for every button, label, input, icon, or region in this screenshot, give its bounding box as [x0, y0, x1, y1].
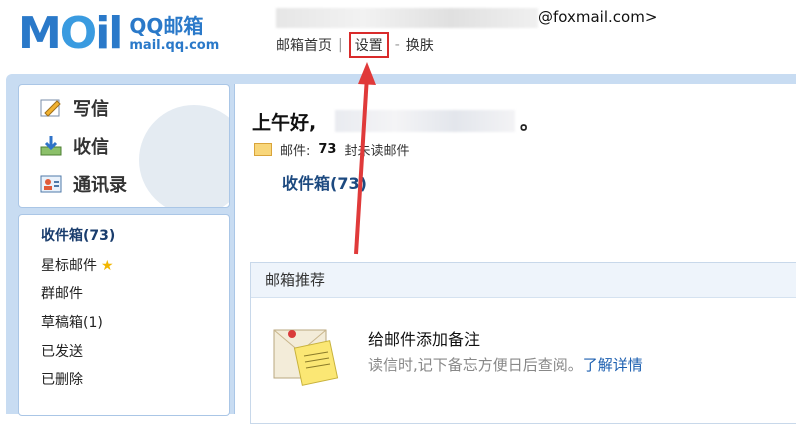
folder-starred-label: 星标邮件 [41, 258, 97, 274]
link-dash: - [394, 37, 400, 53]
mail-icon [254, 143, 272, 156]
envelope-note-icon [273, 329, 339, 386]
write-label: 写信 [73, 99, 109, 120]
recommend-description: 读信时,记下备忘方便日后查阅。了解详情 [368, 354, 643, 375]
user-name-redacted [335, 110, 515, 132]
contacts-label: 通讯录 [73, 175, 127, 196]
folder-inbox[interactable]: 收件箱(73) [41, 225, 115, 245]
quick-actions-panel: 写信 收信 通讯录 [18, 84, 230, 208]
folder-starred[interactable]: 星标邮件 ★ [41, 255, 114, 275]
receive-label: 收信 [73, 137, 109, 158]
write-button[interactable]: 写信 [39, 95, 109, 121]
greeting: 上午好, [252, 112, 317, 134]
receive-icon [40, 136, 62, 156]
logo-wordmark: MOil [18, 8, 123, 59]
unread-summary: 邮件: 73 封未读邮件 [254, 140, 410, 159]
settings-link[interactable]: 设置 [348, 32, 389, 58]
top-header: MOil QQ邮箱 mail.qq.com @foxmail.com> 邮箱首页… [0, 0, 796, 72]
star-icon: ★ [101, 258, 114, 274]
logo-text: QQ邮箱 mail.qq.com [129, 14, 219, 54]
folder-sent[interactable]: 已发送 [41, 341, 83, 361]
contacts-icon [40, 175, 62, 193]
receive-button[interactable]: 收信 [39, 133, 109, 159]
contacts-button[interactable]: 通讯录 [39, 171, 127, 197]
recommend-header: 邮箱推荐 [251, 263, 796, 298]
qq-penguin-watermark [139, 105, 229, 207]
logo-cn: QQ邮箱 [129, 14, 204, 38]
unread-count: 73 [318, 142, 337, 157]
link-separator: | [338, 37, 343, 53]
write-icon [40, 99, 61, 117]
home-link[interactable]: 邮箱首页 [276, 35, 332, 55]
folder-deleted[interactable]: 已删除 [41, 369, 83, 389]
recommend-title: 给邮件添加备注 [368, 330, 481, 349]
account-email-suffix: @foxmail.com> [538, 8, 658, 26]
unread-suffix[interactable]: 封未读邮件 [344, 140, 409, 159]
recommend-desc-text: 读信时,记下备忘方便日后查阅。 [368, 356, 583, 374]
skin-link[interactable]: 换肤 [406, 35, 434, 55]
account-name-redacted [276, 8, 538, 28]
top-links: 邮箱首页 | 设置 - 换肤 [276, 32, 434, 58]
qq-mail-logo[interactable]: MOil QQ邮箱 mail.qq.com [18, 10, 219, 58]
unread-prefix: 邮件: [280, 144, 311, 159]
inbox-link[interactable]: 收件箱(73) [282, 170, 367, 194]
folder-group[interactable]: 群邮件 [41, 283, 83, 303]
learn-more-link[interactable]: 了解详情 [583, 356, 643, 374]
folder-panel: 收件箱(73) 星标邮件 ★ 群邮件 草稿箱(1) 已发送 已删除 [18, 214, 230, 416]
greeting-end: 。 [520, 112, 540, 134]
logo-domain: mail.qq.com [129, 38, 220, 53]
folder-drafts[interactable]: 草稿箱(1) [41, 312, 103, 332]
